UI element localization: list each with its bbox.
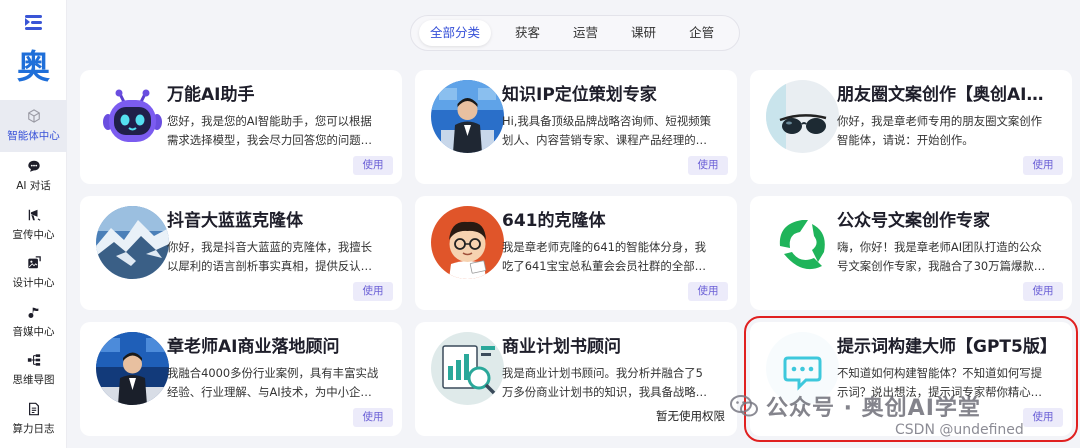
agent-card[interactable]: 朋友圈文案创作【奥创AI… 你好，我是章老师专用的朋友圈文案创作 智能体，请说：开… <box>750 70 1072 184</box>
sidebar-item-label: 算力日志 <box>12 422 55 435</box>
sidebar-item-label: AI 对话 <box>16 180 51 193</box>
sidebar-item-ai-chat[interactable]: AI 对话 <box>0 152 67 201</box>
speaker-avatar <box>96 332 169 405</box>
agent-title: 朋友圈文案创作【奥创AI… <box>837 85 1044 105</box>
sidebar: 奥 智能体中心 AI 对话 宣传中心 设计中心 音媒中心 思维导图 算力日志 <box>0 0 67 448</box>
use-button[interactable]: 使用 <box>353 156 393 175</box>
image-edit-icon <box>27 256 41 269</box>
no-permission-label: 暂无使用权限 <box>656 409 725 423</box>
business-plan-avatar <box>431 332 504 405</box>
mind-map-icon <box>27 354 40 366</box>
presenter-avatar <box>431 80 504 153</box>
use-button[interactable]: 使用 <box>1023 156 1063 175</box>
megaphone-icon <box>28 209 40 221</box>
agent-description: 我是商业计划书顾问。我分析并融合了5 万多份商业计划书的知识，我具备战略… <box>502 366 708 399</box>
agent-title: 提示词构建大师【GPT5版】 <box>837 337 1057 357</box>
use-button[interactable]: 使用 <box>688 156 728 175</box>
sidebar-item-media[interactable]: 音媒中心 <box>0 298 67 347</box>
sidebar-item-agent-center[interactable]: 智能体中心 <box>0 100 67 152</box>
agent-card[interactable]: 抖音大蓝蓝克隆体 你好，我是抖音大蓝蓝的克隆体，我擅长 以犀利的语言剖析事实真相，… <box>80 196 402 310</box>
agent-title: 万能AI助手 <box>167 85 255 105</box>
agent-title: 抖音大蓝蓝克隆体 <box>167 211 303 231</box>
agent-card[interactable]: 知识IP定位策划专家 Hi,我具备顶级品牌战略咨询师、短视频策 划人、内容营销专家… <box>415 70 737 184</box>
agent-card[interactable]: 公众号文案创作专家 嗨，你好！我是章老师AI团队打造的公众 号文案创作专家，我融合… <box>750 196 1072 310</box>
tab-management[interactable]: 企管 <box>678 20 725 46</box>
green-logo-avatar <box>766 206 839 279</box>
sidebar-nav: 智能体中心 AI 对话 宣传中心 设计中心 音媒中心 思维导图 算力日志 <box>0 100 67 443</box>
agent-description: 您好，我是您的AI智能助手，您可以根据 需求选择模型，我会尽力回答您的问题… <box>167 114 373 147</box>
agent-title: 公众号文案创作专家 <box>837 211 990 231</box>
use-button[interactable]: 使用 <box>353 408 393 427</box>
use-button[interactable]: 使用 <box>1023 282 1063 301</box>
tab-operations[interactable]: 运营 <box>562 20 609 46</box>
robot-avatar <box>96 80 169 153</box>
log-document-icon <box>28 402 39 416</box>
agent-card[interactable]: 万能AI助手 您好，我是您的AI智能助手，您可以根据 需求选择模型，我会尽力回答您… <box>80 70 402 184</box>
sidebar-item-compute-log[interactable]: 算力日志 <box>0 395 67 444</box>
tab-course-research[interactable]: 课研 <box>620 20 667 46</box>
agent-description: Hi,我具备顶级品牌战略咨询师、短视频策 划人、内容营销专家、课程产品经理的… <box>502 114 711 147</box>
use-button[interactable]: 使用 <box>1023 408 1063 427</box>
agent-card[interactable]: 章老师AI商业落地顾问 我融合4000多份行业案例，具有丰富实战 经验、行业理解、… <box>80 322 402 436</box>
sunglasses-avatar <box>766 80 839 153</box>
agent-description: 不知道如何构建智能体？不知道如何写提 示词？说出想法，提示词专家帮你精心… <box>837 366 1043 399</box>
agent-title: 章老师AI商业落地顾问 <box>167 337 340 357</box>
category-tabs: 全部分类 获客 运营 课研 企管 <box>410 15 740 51</box>
cartoon-boy-avatar <box>431 206 504 279</box>
agent-description: 嗨，你好！我是章老师AI团队打造的公众 号文案创作专家，我融合了30万篇爆款… <box>837 240 1046 273</box>
agent-card-highlighted[interactable]: 提示词构建大师【GPT5版】 不知道如何构建智能体？不知道如何写提 示词？说出想法… <box>744 316 1078 442</box>
snow-mountain-avatar <box>96 206 169 279</box>
sidebar-item-label: 思维导图 <box>12 374 55 387</box>
music-note-icon <box>27 307 38 318</box>
sidebar-item-promotion[interactable]: 宣传中心 <box>0 201 67 250</box>
agent-title: 641的克隆体 <box>502 211 606 231</box>
agent-description: 我是章老师克隆的641的智能体分身，我 吃了641宝宝总私董会会员社群的全部… <box>502 240 706 273</box>
sidebar-item-label: 宣传中心 <box>12 228 55 241</box>
use-button[interactable]: 使用 <box>688 282 728 301</box>
chat-icon-avatar <box>766 332 839 405</box>
agent-title: 知识IP定位策划专家 <box>502 85 657 105</box>
agent-title: 商业计划书顾问 <box>502 337 621 357</box>
agent-description: 你好，我是抖音大蓝蓝的克隆体，我擅长 以犀利的语言剖析事实真相，提供反认… <box>167 240 373 273</box>
tab-acquisition[interactable]: 获客 <box>504 20 551 46</box>
use-button[interactable]: 使用 <box>353 282 393 301</box>
agent-card[interactable]: 商业计划书顾问 我是商业计划书顾问。我分析并融合了5 万多份商业计划书的知识，我具… <box>415 322 737 436</box>
menu-toggle-icon[interactable] <box>25 14 42 31</box>
agent-card[interactable]: 641的克隆体 我是章老师克隆的641的智能体分身，我 吃了641宝宝总私董会会员… <box>415 196 737 310</box>
app-logo: 奥 <box>17 47 50 86</box>
sidebar-item-label: 音媒中心 <box>12 325 55 338</box>
agent-description: 我融合4000多份行业案例，具有丰富实战 经验、行业理解、与AI技术，为中小企… <box>167 366 379 399</box>
agent-description: 你好，我是章老师专用的朋友圈文案创作 智能体，请说：开始创作。 <box>837 114 1043 147</box>
sidebar-item-label: 智能体中心 <box>7 130 60 142</box>
sidebar-item-mind-map[interactable]: 思维导图 <box>0 346 67 395</box>
tab-all[interactable]: 全部分类 <box>419 20 492 46</box>
sidebar-item-label: 设计中心 <box>12 277 55 290</box>
chat-bubble-icon <box>27 161 40 172</box>
cube-icon <box>27 109 40 123</box>
sidebar-item-design[interactable]: 设计中心 <box>0 249 67 298</box>
